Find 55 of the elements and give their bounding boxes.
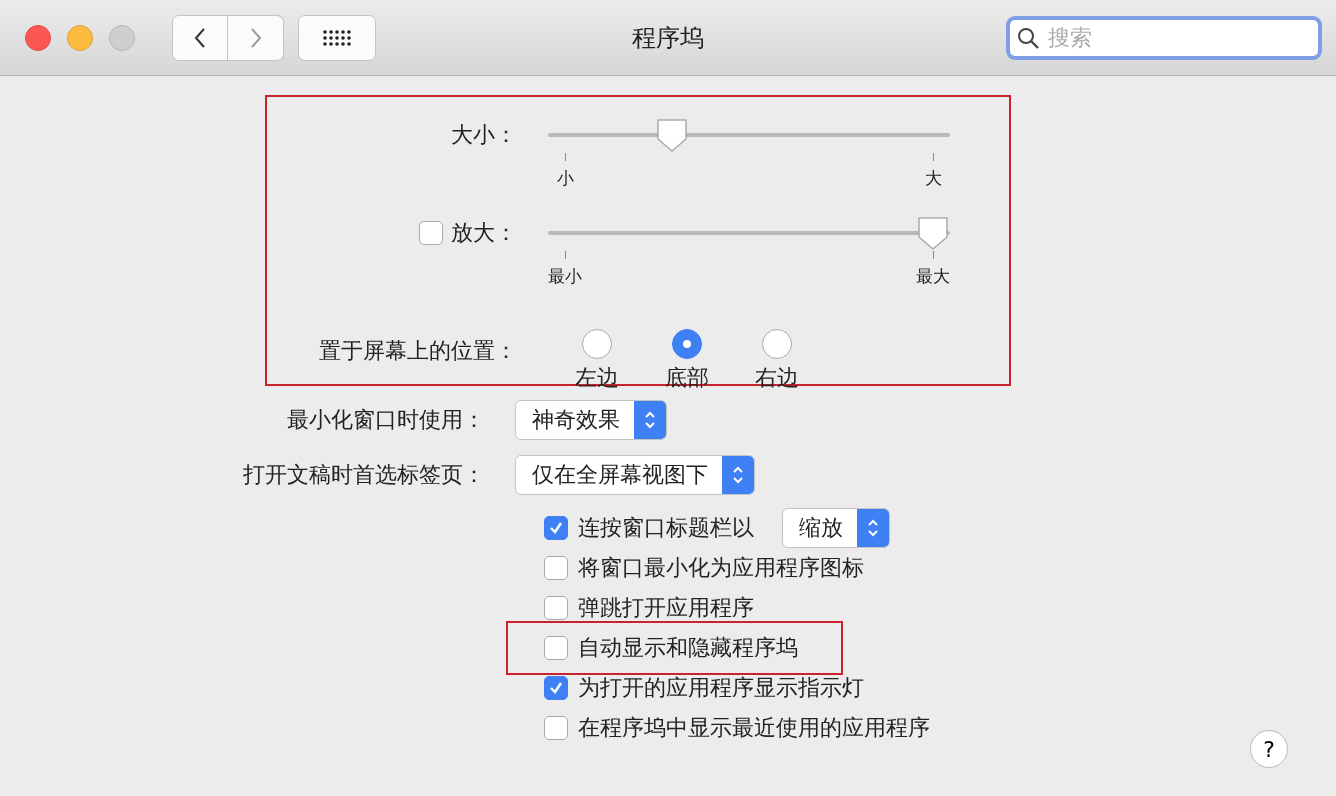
forward-button[interactable] — [228, 14, 284, 61]
window-title: 程序坞 — [632, 22, 704, 54]
tick-mark — [932, 251, 934, 259]
checkbox-label: 将窗口最小化为应用程序图标 — [578, 554, 864, 582]
grid-icon — [323, 29, 351, 46]
checkbox-label: 自动显示和隐藏程序坞 — [578, 634, 798, 662]
field-label: 放大： — [451, 219, 517, 247]
radio-label: 右边 — [755, 364, 799, 392]
tick-label: 最大 — [916, 265, 950, 288]
radio-button[interactable] — [762, 329, 792, 359]
help-button[interactable]: ? — [1250, 730, 1288, 768]
checkmark-icon — [548, 680, 564, 696]
field-label: 最小化窗口时使用： — [286, 405, 486, 434]
popup-menu[interactable]: 仅在全屏幕视图下 — [515, 454, 755, 495]
checkbox-label: 为打开的应用程序显示指示灯 — [578, 674, 864, 702]
radio-button[interactable] — [672, 329, 702, 359]
checkbox[interactable] — [544, 596, 568, 620]
zoom-button[interactable] — [109, 24, 135, 51]
back-button[interactable] — [172, 14, 228, 61]
checkbox[interactable] — [419, 221, 443, 245]
stepper-icon — [857, 509, 889, 547]
checkbox[interactable] — [544, 716, 568, 740]
tick-mark — [932, 153, 934, 161]
tick-mark — [564, 153, 566, 161]
radio-label: 底部 — [665, 364, 709, 392]
checkbox[interactable] — [544, 636, 568, 660]
tick-label: 大 — [924, 167, 942, 190]
tick-label: 最小 — [548, 265, 582, 288]
search-icon — [1016, 25, 1040, 50]
slider-thumb[interactable] — [654, 117, 689, 153]
radio-button[interactable] — [582, 329, 612, 359]
tick-mark — [564, 251, 566, 259]
popup-menu[interactable]: 神奇效果 — [515, 399, 667, 440]
checkmark-icon — [548, 520, 564, 536]
search-field[interactable]: 搜索 — [1006, 15, 1322, 60]
field-label: 置于屏幕上的位置： — [319, 337, 517, 365]
popup-menu[interactable]: 缩放 — [782, 508, 890, 548]
minimize-button[interactable] — [67, 24, 93, 51]
chevron-left-icon — [194, 26, 206, 49]
stepper-icon — [722, 455, 754, 494]
checkbox-label: 在程序坞中显示最近使用的应用程序 — [578, 714, 930, 742]
checkbox[interactable] — [544, 556, 568, 580]
close-button[interactable] — [25, 24, 51, 51]
checkbox-label: 连按窗口标题栏以 — [578, 514, 754, 542]
radio-label: 左边 — [575, 364, 619, 392]
chevron-right-icon — [249, 26, 262, 49]
checkbox-label: 弹跳打开应用程序 — [578, 594, 754, 622]
tick-label: 小 — [556, 167, 574, 190]
checkbox[interactable] — [544, 516, 568, 540]
show-all-button[interactable] — [298, 14, 376, 61]
slider-thumb[interactable] — [916, 215, 950, 251]
stepper-icon — [634, 400, 666, 439]
checkbox[interactable] — [544, 676, 568, 700]
field-label: 打开文稿时首选标签页： — [242, 460, 486, 489]
field-label: 大小： — [451, 121, 517, 149]
